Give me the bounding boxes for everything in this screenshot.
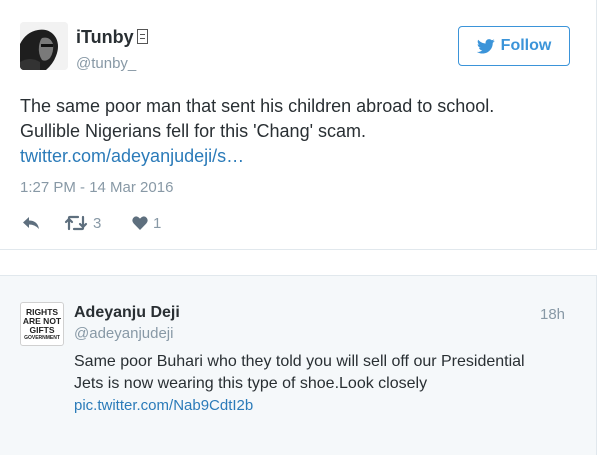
tweet-text-line: Gullible Nigerians fell for this 'Chang'… — [20, 121, 367, 141]
like-count: 1 — [153, 214, 162, 232]
quoted-text-line: Same poor Buhari who they told you will … — [74, 353, 525, 370]
feed-gap — [0, 250, 599, 274]
avatar[interactable] — [20, 22, 68, 70]
quoted-display-name[interactable]: Adeyanju Deji — [74, 304, 180, 322]
quoted-tweet[interactable]: RIGHTS ARE NOT GIFTS GOVERNMENT Adeyanju… — [0, 275, 597, 455]
follow-label: Follow — [500, 37, 552, 54]
emoji-badge-icon — [137, 29, 148, 44]
heart-icon — [132, 216, 148, 230]
quoted-time[interactable]: 18h — [540, 306, 565, 323]
quoted-tweet-text: Same poor Buhari who they told you will … — [74, 351, 579, 417]
tweet-text: The same poor man that sent his children… — [20, 94, 580, 169]
quoted-avatar[interactable]: RIGHTS ARE NOT GIFTS GOVERNMENT — [20, 302, 64, 346]
quoted-pic-link[interactable]: pic.twitter.com/Nab9CdtI2b — [74, 397, 253, 414]
tweet-text-line: The same poor man that sent his children… — [20, 96, 495, 116]
follow-button[interactable]: Follow — [458, 26, 570, 66]
main-tweet: iTunby @tunby_ Follow The same poor man … — [0, 0, 597, 250]
quoted-text-line: Jets is now wearing this type of shoe.Lo… — [74, 375, 428, 392]
tweet-link[interactable]: twitter.com/adeyanjudeji/s… — [20, 146, 244, 166]
retweet-icon — [64, 215, 88, 231]
user-handle[interactable]: @tunby_ — [76, 55, 136, 72]
quoted-user-handle[interactable]: @adeyanjudeji — [74, 325, 173, 342]
retweet-button[interactable]: 3 — [64, 213, 101, 233]
retweet-count: 3 — [93, 214, 102, 232]
like-button[interactable]: 1 — [132, 213, 161, 233]
avatar-text-line: GIFTS — [29, 324, 55, 335]
reply-button[interactable] — [22, 213, 40, 233]
avatar-text-line: GOVERNMENT — [24, 334, 60, 341]
display-name[interactable]: iTunby — [76, 27, 134, 48]
tweet-timestamp[interactable]: 1:27 PM - 14 Mar 2016 — [20, 179, 173, 196]
avatar-photo — [20, 22, 68, 70]
reply-icon — [23, 217, 39, 229]
twitter-bird-icon — [476, 38, 495, 54]
